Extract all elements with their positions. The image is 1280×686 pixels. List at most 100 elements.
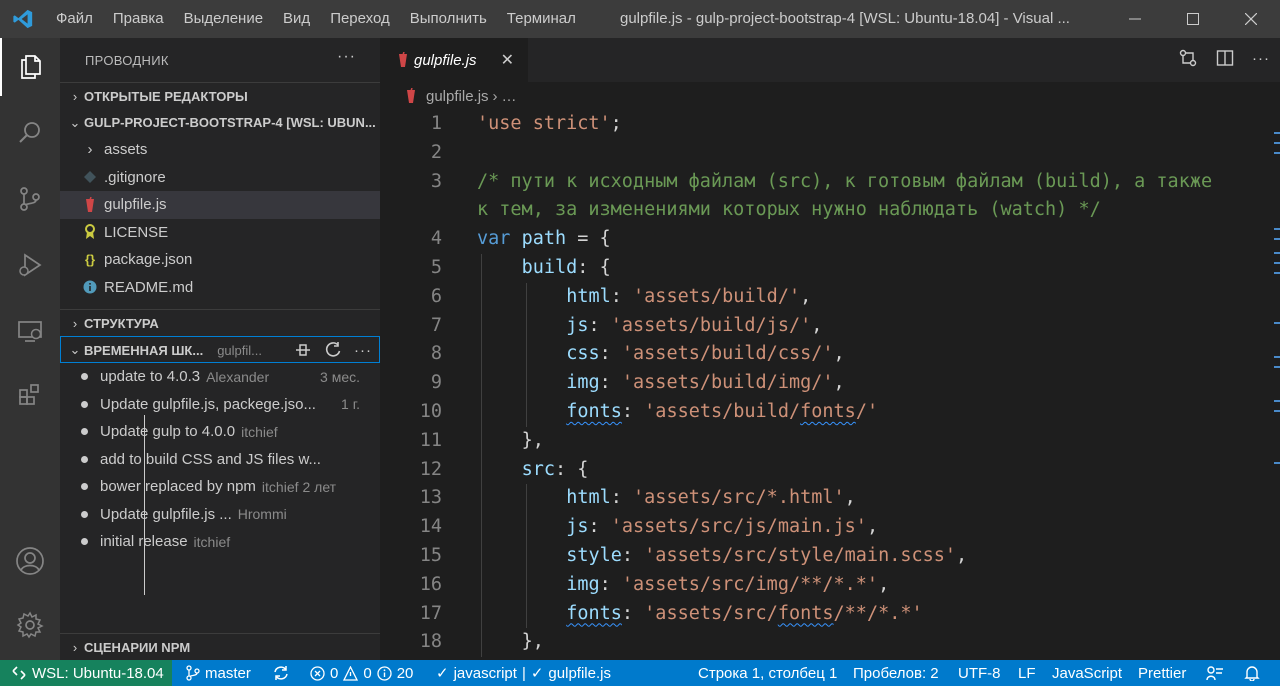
tree-item-readme[interactable]: README.md	[60, 274, 380, 302]
encoding[interactable]: UTF-8	[958, 660, 1001, 686]
section-title: GULP-PROJECT-BOOTSTRAP-4 [WSL: UBUN...	[84, 115, 376, 130]
tree-item-license[interactable]: LICENSE	[60, 219, 380, 247]
lint-file: gulpfile.js	[548, 664, 611, 682]
extensions-icon	[19, 384, 39, 405]
code-text: html: 'assets/build/',	[566, 283, 811, 312]
run-debug-button[interactable]	[0, 236, 60, 294]
indent-guide	[525, 397, 527, 427]
timeline-file: gulpfil...	[217, 342, 262, 358]
more-actions-icon[interactable]: ···	[337, 48, 356, 66]
code-text: build: {	[522, 254, 611, 283]
menu-terminal[interactable]: Терминал	[497, 0, 586, 38]
maximize-button[interactable]	[1164, 0, 1222, 38]
menu-run[interactable]: Выполнить	[400, 0, 497, 38]
timeline-item[interactable]: Update gulpfile.js ... Hrommi	[60, 501, 380, 529]
menu-selection[interactable]: Выделение	[174, 0, 273, 38]
file-label: README.md	[104, 278, 194, 296]
eol-label: LF	[1018, 664, 1036, 682]
line-number: 1	[430, 113, 442, 134]
problems-indicator[interactable]: 0 0 20	[310, 660, 413, 686]
ruler-mark	[1274, 410, 1280, 412]
menu-file[interactable]: Файл	[46, 0, 103, 38]
language-label: JavaScript	[1052, 664, 1123, 682]
pin-icon[interactable]	[294, 342, 312, 358]
commit-dot-icon	[81, 538, 88, 546]
menu-go[interactable]: Переход	[320, 0, 400, 38]
split-editor-icon[interactable]	[1216, 49, 1234, 67]
minimize-button[interactable]	[1106, 0, 1164, 38]
section-title: ВРЕМЕННАЯ ШК...	[84, 342, 204, 358]
indent-guide	[481, 397, 482, 427]
code-token: src	[521, 458, 556, 480]
menu-edit[interactable]: Правка	[103, 0, 174, 38]
lint-separator: |	[521, 664, 526, 682]
ruler-mark	[1274, 322, 1280, 324]
ruler-mark	[1274, 228, 1280, 230]
code-token: fonts	[777, 602, 834, 624]
timeline-item[interactable]: Update gulpfile.js, packege.jso... 1 г.	[60, 391, 380, 419]
file-label: gulpfile.js	[104, 196, 167, 214]
remote-explorer-button[interactable]	[0, 302, 60, 360]
settings-gear-icon	[16, 611, 44, 639]
manage-button[interactable]	[0, 596, 60, 654]
prettier-indicator[interactable]: Prettier	[1138, 660, 1186, 686]
extensions-button[interactable]	[0, 366, 60, 424]
section-title: СТРУКТУРА	[84, 315, 159, 331]
code-line: 13 html: 'assets/src/*.html',	[380, 484, 1280, 514]
remote-indicator[interactable]: WSL: Ubuntu-18.04	[0, 660, 172, 686]
search-button[interactable]	[0, 104, 60, 162]
menu-bar: Файл Правка Выделение Вид Переход Выполн…	[46, 0, 586, 38]
timeline-item[interactable]: initial release itchief	[60, 528, 380, 556]
tab-gulpfile[interactable]: gulpfile.js ✕	[380, 38, 528, 82]
tree-item-assets[interactable]: › assets	[60, 136, 380, 164]
commit-title: initial release	[100, 533, 188, 551]
more-actions-icon[interactable]: ···	[1252, 50, 1270, 67]
account-button[interactable]	[0, 532, 60, 590]
tree-item-gitignore[interactable]: .gitignore	[60, 164, 380, 192]
code-token: : {	[577, 256, 611, 278]
eslint-indicator[interactable]: ✓ javascript | ✓ gulpfile.js	[436, 660, 611, 686]
indent-guide	[525, 340, 527, 370]
outline-section[interactable]: › СТРУКТУРА	[60, 309, 380, 336]
menu-view[interactable]: Вид	[273, 0, 320, 38]
code-token: fonts	[566, 400, 622, 422]
project-section[interactable]: ⌄ GULP-PROJECT-BOOTSTRAP-4 [WSL: UBUN...	[60, 109, 380, 136]
close-window-button[interactable]	[1222, 0, 1280, 38]
timeline-item[interactable]: Update gulp to 4.0.0 itchief	[60, 418, 380, 446]
indentation[interactable]: Пробелов: 2	[853, 660, 939, 686]
window-controls	[1106, 0, 1280, 38]
source-control-button[interactable]	[0, 170, 60, 228]
ruler-mark	[1274, 462, 1280, 464]
timeline-item[interactable]: add to build CSS and JS files w...	[60, 446, 380, 474]
cursor-position[interactable]: Строка 1, столбец 1	[698, 660, 837, 686]
sync-button[interactable]	[272, 660, 290, 686]
line-number: 11	[419, 429, 442, 451]
run-debug-icon	[19, 253, 42, 277]
commit-time: 2 лет	[302, 478, 337, 495]
close-tab-icon[interactable]: ✕	[501, 50, 514, 70]
branch-indicator[interactable]: master	[186, 660, 251, 686]
code-token: ,	[811, 314, 823, 336]
language-mode[interactable]: JavaScript	[1052, 660, 1122, 686]
timeline-item[interactable]: bower replaced by npm itchief 2 лет	[60, 473, 380, 501]
tab-label: gulpfile.js	[414, 51, 477, 69]
end-of-line[interactable]: LF	[1018, 660, 1036, 686]
npm-scripts-section[interactable]: › СЦЕНАРИИ NPM	[60, 633, 380, 660]
notifications-button[interactable]	[1244, 660, 1260, 686]
tree-item-gulpfile[interactable]: gulpfile.js	[60, 191, 380, 219]
refresh-icon[interactable]	[324, 341, 342, 359]
timeline-section[interactable]: ⌄ ВРЕМЕННАЯ ШК... gulpfil... ···	[60, 336, 380, 363]
explorer-button[interactable]	[0, 38, 60, 96]
compare-changes-icon[interactable]	[1178, 48, 1198, 68]
open-editors-section[interactable]: › ОТКРЫТЫЕ РЕДАКТОРЫ	[60, 82, 380, 109]
commit-title: Update gulp to 4.0.0	[100, 423, 236, 441]
git-file-icon	[78, 170, 102, 184]
code-token: build	[521, 256, 578, 278]
breadcrumb-more[interactable]: …	[502, 88, 517, 105]
tree-item-package-json[interactable]: {} package.json	[60, 246, 380, 274]
breadcrumb-file[interactable]: gulpfile.js	[426, 88, 489, 105]
timeline-item[interactable]: update to 4.0.3 Alexander 3 мес.	[60, 363, 380, 391]
more-actions-icon[interactable]: ···	[354, 342, 372, 359]
feedback-button[interactable]	[1206, 660, 1224, 686]
code-editor[interactable]: 1 'use strict'; 2 3 /* пути к исходным файла…	[380, 110, 1280, 660]
